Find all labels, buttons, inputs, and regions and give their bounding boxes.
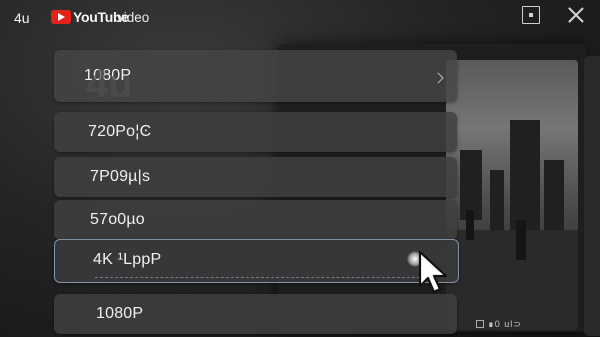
quality-option-label: 57o0µo: [90, 211, 145, 228]
app-subtitle: video: [117, 10, 150, 25]
brand-label: 4u: [14, 10, 30, 26]
quality-option-label: 720Po¦Ͼ: [88, 123, 152, 140]
quality-option-720p[interactable]: 720Po¦Ͼ: [54, 112, 457, 152]
quality-option-label: 4K ¹LppP: [93, 251, 162, 268]
player-badge: ∎0 ul⊃: [488, 319, 522, 329]
watermark-logo: 4u: [86, 62, 133, 106]
close-icon[interactable]: [566, 5, 586, 25]
quality-option-1080p-bottom[interactable]: 1080P: [54, 294, 457, 334]
youtube-logo-icon: [51, 10, 71, 24]
quality-option-label: 1080P: [96, 305, 144, 322]
chevron-right-icon: [432, 72, 444, 84]
pip-icon[interactable]: [522, 6, 540, 24]
side-panel: [584, 56, 600, 336]
badge-icon: [476, 320, 484, 328]
app-window: 4u YouTube video 1080P 4u 720Po¦Ͼ 7P09µ|…: [0, 0, 600, 337]
quality-option-label: 7P09µ|s: [90, 168, 151, 185]
quality-option-4k-selected[interactable]: 4K ¹LppP: [54, 239, 459, 283]
title-bar: 4u YouTube video: [0, 0, 600, 34]
selection-divider: [95, 277, 435, 278]
cursor-icon: [418, 250, 448, 294]
quality-option-7p09[interactable]: 7P09µ|s: [54, 157, 457, 197]
quality-option-57o0[interactable]: 57o0µo: [54, 200, 457, 240]
video-thumbnail[interactable]: [446, 60, 578, 330]
